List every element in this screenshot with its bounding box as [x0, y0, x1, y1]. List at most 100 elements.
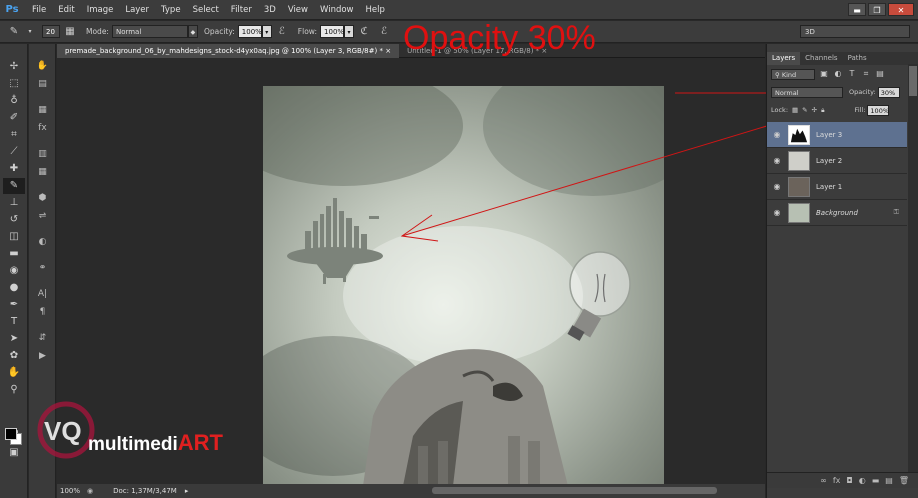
history-brush-tool-icon[interactable]: ↺: [3, 212, 25, 228]
pressure-size-icon[interactable]: ℰ: [377, 25, 391, 39]
pen-tool-icon[interactable]: ✒: [3, 297, 25, 313]
type-tool-icon[interactable]: T: [3, 314, 25, 330]
visibility-eye-icon[interactable]: ◉: [770, 208, 784, 217]
new-adjustment-icon[interactable]: ◐: [859, 476, 866, 485]
lasso-tool-icon[interactable]: ♁: [3, 93, 25, 109]
restore-button[interactable]: ❐: [868, 3, 886, 16]
clone-source-icon[interactable]: ⚭: [32, 260, 53, 276]
tab-channels[interactable]: Channels: [800, 52, 842, 65]
menu-help[interactable]: Help: [360, 0, 391, 20]
adjustment-filter-icon[interactable]: ◐: [833, 69, 843, 79]
swatches-icon[interactable]: ▥: [32, 146, 53, 162]
horizontal-scrollbar[interactable]: [432, 487, 717, 494]
menu-layer[interactable]: Layer: [119, 0, 155, 20]
menu-edit[interactable]: Edit: [52, 0, 80, 20]
lock-pixels-icon[interactable]: ✎: [802, 106, 807, 114]
tab-premade-background[interactable]: premade_background_06_by_mahdesigns_stoc…: [57, 44, 400, 58]
brush-tool-icon[interactable]: ✎: [7, 25, 21, 39]
type-filter-icon[interactable]: T: [847, 69, 857, 79]
styles-icon[interactable]: fx: [32, 120, 53, 136]
menu-image[interactable]: Image: [81, 0, 120, 20]
mode-dropdown[interactable]: ◆: [187, 25, 198, 38]
menu-window[interactable]: Window: [314, 0, 360, 20]
zoom-tool-icon[interactable]: ⚲: [3, 382, 25, 398]
move-tool-icon[interactable]: ✢: [3, 59, 25, 75]
actions-icon[interactable]: ⇵: [32, 330, 53, 346]
brush-tool-icon[interactable]: ✎: [3, 178, 25, 194]
visibility-eye-icon[interactable]: ◉: [770, 182, 784, 191]
menu-view[interactable]: View: [282, 0, 314, 20]
flow-dropdown[interactable]: ▾: [344, 25, 355, 38]
layer-row-layer-2[interactable]: ◉ Layer 2: [767, 148, 907, 174]
shape-tool-icon[interactable]: ✿: [3, 348, 25, 364]
lock-position-icon[interactable]: ✢: [812, 106, 817, 114]
dodge-tool-icon[interactable]: ●: [3, 280, 25, 296]
tab-layers[interactable]: Layers: [767, 52, 801, 65]
layer-row-layer-3[interactable]: ◉ Layer 3: [767, 122, 907, 148]
scrollbar-thumb[interactable]: [909, 66, 917, 96]
character-icon[interactable]: A|: [32, 286, 53, 302]
delete-layer-icon[interactable]: 🗑︎: [899, 476, 909, 485]
close-button[interactable]: ✕: [888, 3, 914, 16]
blur-tool-icon[interactable]: ◉: [3, 263, 25, 279]
kind-filter-select[interactable]: ⚲ Kind: [771, 68, 815, 80]
shape-filter-icon[interactable]: ⌗: [861, 69, 871, 79]
airbrush-icon[interactable]: ℭ: [357, 25, 371, 39]
stamp-tool-icon[interactable]: ⊥: [3, 195, 25, 211]
info-icon[interactable]: ◉: [87, 487, 93, 495]
new-layer-icon[interactable]: ▤: [885, 476, 893, 485]
pixel-filter-icon[interactable]: ▣: [819, 69, 829, 79]
tool-presets-icon[interactable]: ✋: [32, 58, 53, 74]
artwork-canvas[interactable]: [263, 86, 664, 484]
healing-tool-icon[interactable]: ✚: [3, 161, 25, 177]
marquee-tool-icon[interactable]: ⬚: [3, 76, 25, 92]
layer-style-icon[interactable]: fx: [833, 476, 841, 485]
fill-input[interactable]: 100%: [867, 104, 890, 116]
hand-tool-icon[interactable]: ✋: [3, 365, 25, 381]
layer-opacity-input[interactable]: 30%: [877, 86, 900, 98]
visibility-eye-icon[interactable]: ◉: [770, 156, 784, 165]
opacity-input[interactable]: 100%: [237, 25, 262, 38]
brush-panel-icon[interactable]: ▦: [63, 25, 77, 39]
menu-file[interactable]: File: [26, 0, 52, 20]
eyedropper-tool-icon[interactable]: ⟋: [3, 144, 25, 160]
menu-select[interactable]: Select: [187, 0, 225, 20]
screen-mode-icon[interactable]: ▣: [3, 445, 25, 461]
properties-icon[interactable]: ⇌: [32, 208, 53, 224]
tab-paths[interactable]: Paths: [843, 52, 872, 65]
paragraph-icon[interactable]: ¶: [32, 304, 53, 320]
workspace-select[interactable]: 3D: [800, 25, 910, 38]
opacity-dropdown[interactable]: ▾: [261, 25, 272, 38]
zoom-level[interactable]: 100%: [57, 487, 87, 495]
minimize-button[interactable]: ▬: [848, 3, 866, 16]
3d-icon[interactable]: ⬢: [32, 190, 53, 206]
flow-input[interactable]: 100%: [320, 25, 344, 38]
add-mask-icon[interactable]: ◘: [846, 476, 852, 485]
status-menu-icon[interactable]: ▸: [185, 487, 189, 495]
adjustments-icon[interactable]: ▦: [32, 102, 53, 118]
eraser-tool-icon[interactable]: ◫: [3, 229, 25, 245]
layers-scrollbar[interactable]: [908, 64, 918, 484]
menu-type[interactable]: Type: [155, 0, 187, 20]
link-layers-icon[interactable]: ∞: [820, 476, 827, 485]
brush-presets-icon[interactable]: ▦: [32, 164, 53, 180]
layer-row-layer-1[interactable]: ◉ Layer 1: [767, 174, 907, 200]
foreground-color-swatch[interactable]: [5, 428, 17, 440]
new-group-icon[interactable]: ▬: [872, 476, 880, 485]
gradient-tool-icon[interactable]: ▬: [3, 246, 25, 262]
lock-transparent-icon[interactable]: ▦: [792, 106, 798, 114]
layer-comps-icon[interactable]: ▤: [32, 76, 53, 92]
pressure-opacity-icon[interactable]: ℰ: [275, 25, 289, 39]
smart-object-filter-icon[interactable]: ▤: [875, 69, 885, 79]
visibility-eye-icon[interactable]: ◉: [770, 130, 784, 139]
blend-mode-select[interactable]: Normal: [771, 86, 843, 98]
navigator-icon[interactable]: ◐: [32, 234, 53, 250]
path-select-tool-icon[interactable]: ➤: [3, 331, 25, 347]
menu-filter[interactable]: Filter: [225, 0, 258, 20]
crop-tool-icon[interactable]: ⌗: [3, 127, 25, 143]
chevron-down-icon[interactable]: ▾: [27, 25, 33, 39]
menu-3d[interactable]: 3D: [258, 0, 282, 20]
brush-size-picker[interactable]: 20: [42, 25, 60, 38]
close-icon[interactable]: ×: [385, 47, 391, 55]
quick-select-tool-icon[interactable]: ✐: [3, 110, 25, 126]
